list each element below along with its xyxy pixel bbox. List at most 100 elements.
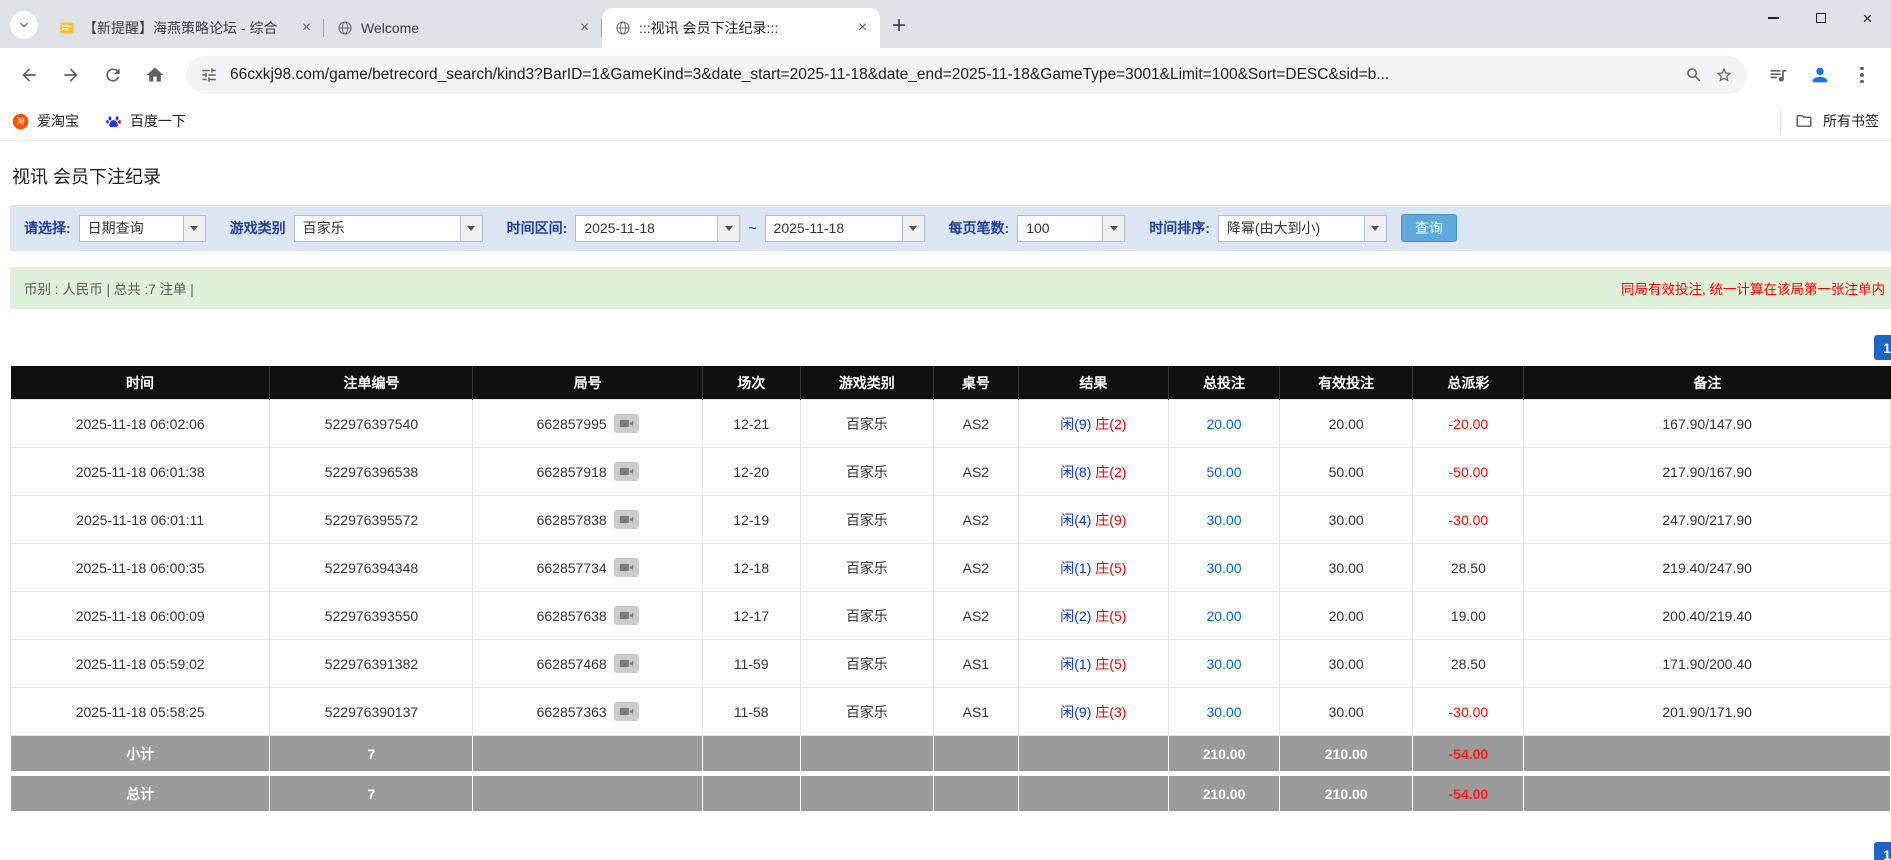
tab-forum[interactable]: 【新提醒】海燕策略论坛 - 综合 × [46, 8, 324, 48]
table-row: 2025-11-18 06:00:35 522976394348 6628577… [9, 543, 1891, 592]
tab-welcome[interactable]: Welcome × [324, 8, 602, 48]
col-result: 结果 [1018, 366, 1170, 400]
maximize-button[interactable] [1797, 0, 1844, 36]
cell-total-bet-link[interactable]: 50.00 [1168, 447, 1280, 496]
cell-table-no: AS2 [933, 447, 1019, 496]
cell-session: 12-17 [701, 591, 801, 640]
menu-button[interactable] [1843, 56, 1881, 94]
query-type-dropdown[interactable]: 日期查询 [78, 214, 206, 242]
cell-result: 闲(2) 庄(5) [1017, 591, 1170, 640]
cell-valid-bet: 30.00 [1278, 495, 1414, 544]
video-replay-icon[interactable] [613, 558, 639, 577]
minimize-icon [1768, 17, 1779, 19]
cell-valid-bet: 20.00 [1278, 591, 1414, 640]
chevron-down-icon[interactable] [182, 215, 205, 241]
banker-result: 庄(5) [1095, 655, 1127, 672]
refresh-button[interactable] [94, 56, 132, 94]
minimize-button[interactable] [1750, 0, 1797, 36]
cell-note: 247.90/217.90 [1523, 495, 1891, 544]
close-button[interactable]: × [1844, 0, 1891, 36]
video-replay-icon[interactable] [613, 654, 639, 673]
subtotal-label: 小计 [9, 735, 271, 774]
bookmark-taobao[interactable]: 淘 爱淘宝 [12, 111, 79, 131]
cell-time: 2025-11-18 06:01:38 [9, 447, 271, 496]
video-replay-icon[interactable] [613, 462, 639, 481]
cell-total-bet-link[interactable]: 20.00 [1168, 399, 1280, 448]
cell-note: 201.90/171.90 [1523, 687, 1891, 736]
zoom-icon[interactable] [1685, 66, 1703, 84]
player-result: 闲(1) [1060, 655, 1092, 672]
cell-valid-bet: 30.00 [1278, 687, 1414, 736]
player-result: 闲(9) [1060, 415, 1092, 432]
media-queue-button[interactable] [1759, 56, 1797, 94]
cell-note: 171.90/200.40 [1523, 639, 1891, 688]
baidu-paw-icon [106, 115, 121, 127]
cell-total-bet-link[interactable]: 30.00 [1168, 687, 1280, 736]
page-1-button[interactable]: 1 [1874, 335, 1891, 360]
tab-title: Welcome [361, 20, 420, 36]
date-range-label: 时间区间: [506, 220, 568, 236]
back-button[interactable] [10, 56, 48, 94]
chevron-down-icon[interactable] [1102, 215, 1125, 241]
cell-note: 217.90/167.90 [1523, 447, 1891, 496]
site-settings-icon[interactable] [200, 66, 218, 84]
cell-total-bet-link[interactable]: 30.00 [1168, 639, 1280, 688]
new-tab-button[interactable]: + [884, 11, 914, 41]
col-game-type: 游戏类别 [800, 366, 935, 400]
forward-button[interactable] [52, 56, 90, 94]
cell-note: 200.40/219.40 [1523, 591, 1891, 640]
table-header-row: 时间 注单编号 局号 场次 游戏类别 桌号 结果 总投注 有效投注 总派彩 备注 [10, 366, 1891, 400]
tab-close-icon[interactable]: × [297, 19, 316, 38]
url-bar[interactable]: 66cxkj98.com/game/betrecord_search/kind3… [186, 56, 1747, 94]
game-type-dropdown[interactable]: 百家乐 [293, 214, 483, 242]
col-total-bet: 总投注 [1168, 366, 1280, 400]
tab-bet-records[interactable]: :::视讯 会员下注纪录::: × [602, 8, 880, 48]
date-end-dropdown[interactable]: 2025-11-18 [764, 214, 925, 242]
tab-strip: 【新提醒】海燕策略论坛 - 综合 × Welcome × :::视讯 会员下注纪… [0, 0, 1891, 48]
sort-dropdown[interactable]: 降幂(由大到小) [1217, 214, 1387, 242]
cell-game-type: 百家乐 [799, 399, 935, 448]
home-button[interactable] [136, 56, 174, 94]
cell-bet-id: 522976393550 [269, 591, 474, 640]
video-replay-icon[interactable] [613, 510, 639, 529]
chevron-down-icon[interactable] [459, 215, 482, 241]
tab-search-button[interactable] [10, 11, 38, 39]
chevron-down-icon[interactable] [1363, 215, 1386, 241]
search-button[interactable]: 查询 [1400, 214, 1457, 242]
chevron-down-icon[interactable] [901, 215, 924, 241]
bookmark-star-icon[interactable] [1715, 66, 1733, 84]
cell-payout: 28.50 [1412, 543, 1525, 592]
subtotal-total-bet: 210.00 [1168, 735, 1280, 774]
cell-time: 2025-11-18 06:00:35 [9, 543, 271, 592]
all-bookmarks[interactable]: 所有书签 [1780, 110, 1879, 132]
date-start-dropdown[interactable]: 2025-11-18 [575, 214, 741, 242]
bet-records-table: 时间 注单编号 局号 场次 游戏类别 桌号 结果 总投注 有效投注 总派彩 备注… [9, 366, 1891, 812]
chevron-down-icon[interactable] [717, 215, 740, 241]
per-page-dropdown[interactable]: 100 [1017, 214, 1126, 242]
url-text[interactable]: 66cxkj98.com/game/betrecord_search/kind3… [230, 66, 1673, 84]
kebab-menu-icon [1860, 66, 1864, 84]
cell-round-id: 662857838 [472, 495, 703, 544]
bookmark-baidu[interactable]: 百度一下 [105, 111, 186, 131]
cell-result: 闲(8) 庄(2) [1017, 447, 1170, 496]
video-replay-icon[interactable] [613, 702, 639, 721]
video-replay-icon[interactable] [613, 414, 639, 433]
cell-total-bet-link[interactable]: 30.00 [1168, 543, 1280, 592]
tab-close-icon[interactable]: × [575, 19, 594, 38]
cell-total-bet-link[interactable]: 20.00 [1168, 591, 1280, 640]
tab-close-icon[interactable]: × [853, 19, 872, 38]
svg-text:淘: 淘 [16, 116, 25, 126]
subtotal-count: 7 [269, 735, 474, 774]
cell-time: 2025-11-18 06:02:06 [9, 399, 271, 448]
cell-total-bet-link[interactable]: 30.00 [1168, 495, 1280, 544]
cell-round-id: 662857918 [472, 447, 703, 496]
page-1-button[interactable]: 1 [1874, 842, 1891, 860]
cell-result: 闲(9) 庄(2) [1017, 399, 1170, 448]
cell-valid-bet: 30.00 [1278, 543, 1414, 592]
player-result: 闲(9) [1060, 703, 1092, 720]
table-row: 2025-11-18 06:01:38 522976396538 6628579… [9, 447, 1891, 496]
taobao-icon: 淘 [12, 113, 29, 129]
profile-button[interactable] [1801, 56, 1839, 94]
video-replay-icon[interactable] [613, 606, 639, 625]
total-payout: -54.00 [1412, 771, 1525, 812]
